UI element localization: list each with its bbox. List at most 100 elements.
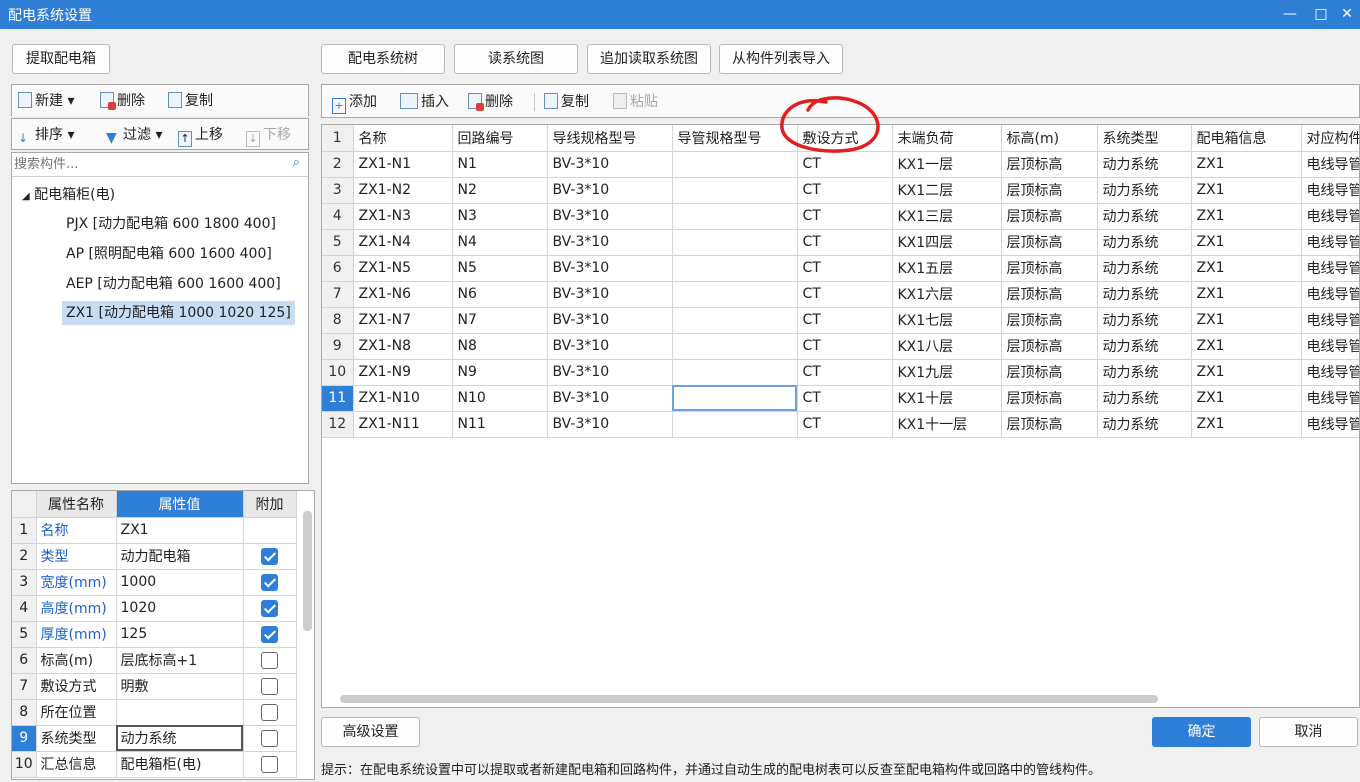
- table-row[interactable]: 6 ZX1-N5 N5 BV-3*10 CT KX1五层 层顶标高 动力系统 ZX1 电线导管: [322, 255, 1359, 282]
- tree-root[interactable]: ◢ 配电箱柜(电): [22, 183, 115, 207]
- grid-cell[interactable]: 电线导管: [1301, 229, 1359, 256]
- add-checkbox[interactable]: [261, 677, 278, 695]
- import-from-list-button[interactable]: 从构件列表导入: [719, 44, 843, 74]
- grid-cell[interactable]: ZX1-N2: [353, 177, 453, 204]
- property-row[interactable]: 10 汇总信息 配电箱柜(电): [12, 751, 297, 778]
- grid-cell[interactable]: 动力系统: [1097, 411, 1192, 438]
- grid-cell[interactable]: KX1十层: [892, 385, 1002, 412]
- grid-header-col-1[interactable]: 回路编号: [452, 125, 548, 152]
- property-value[interactable]: 明敷: [116, 673, 244, 700]
- grid-cell[interactable]: ZX1: [1191, 229, 1302, 256]
- grid-cell[interactable]: BV-3*10: [547, 255, 673, 282]
- property-value[interactable]: 层底标高+1: [116, 647, 244, 674]
- grid-cell[interactable]: ZX1: [1191, 411, 1302, 438]
- grid-header-col-7[interactable]: 系统类型: [1097, 125, 1192, 152]
- grid-cell[interactable]: 动力系统: [1097, 203, 1192, 230]
- grid-cell[interactable]: 电线导管: [1301, 255, 1359, 282]
- grid-header-col-5[interactable]: 末端负荷: [892, 125, 1002, 152]
- grid-cell[interactable]: KX1十一层: [892, 411, 1002, 438]
- property-row[interactable]: 3 宽度(mm) 1000: [12, 569, 297, 596]
- row-number[interactable]: 5: [322, 229, 354, 256]
- property-row[interactable]: 1 名称 ZX1: [12, 517, 297, 544]
- grid-cell[interactable]: 动力系统: [1097, 385, 1192, 412]
- grid-cell[interactable]: ZX1: [1191, 177, 1302, 204]
- grid-cell[interactable]: ZX1-N3: [353, 203, 453, 230]
- ok-button[interactable]: 确定: [1152, 717, 1251, 747]
- grid-cell[interactable]: ZX1-N8: [353, 333, 453, 360]
- add-checkbox[interactable]: [261, 703, 278, 721]
- grid-cell[interactable]: 动力系统: [1097, 359, 1192, 386]
- grid-cell[interactable]: 电线导管: [1301, 281, 1359, 308]
- grid-cell[interactable]: [672, 229, 798, 256]
- sort-button[interactable]: ↓ 排序 ▾: [18, 125, 74, 146]
- grid-cell[interactable]: 层顶标高: [1001, 359, 1098, 386]
- grid-cell[interactable]: KX1四层: [892, 229, 1002, 256]
- grid-cell[interactable]: ZX1: [1191, 359, 1302, 386]
- grid-header-col-8[interactable]: 配电箱信息: [1191, 125, 1302, 152]
- grid-cell[interactable]: 动力系统: [1097, 307, 1192, 334]
- grid-cell[interactable]: 动力系统: [1097, 177, 1192, 204]
- grid-cell[interactable]: BV-3*10: [547, 359, 673, 386]
- add-checkbox[interactable]: [261, 547, 278, 565]
- advanced-settings-button[interactable]: 高级设置: [321, 717, 420, 747]
- grid-cell[interactable]: 层顶标高: [1001, 255, 1098, 282]
- row-number[interactable]: 9: [322, 333, 354, 360]
- grid-cell[interactable]: 电线导管: [1301, 307, 1359, 334]
- grid-cell[interactable]: ZX1-N11: [353, 411, 453, 438]
- table-row[interactable]: 12 ZX1-N11 N11 BV-3*10 CT KX1十一层 层顶标高 动力系统 ZX1 电线…: [322, 411, 1359, 438]
- grid-cell[interactable]: CT: [797, 333, 893, 360]
- grid-cell[interactable]: 层顶标高: [1001, 177, 1098, 204]
- grid-cell[interactable]: CT: [797, 411, 893, 438]
- grid-cell[interactable]: [672, 281, 798, 308]
- grid-header-col-6[interactable]: 标高(m): [1001, 125, 1098, 152]
- table-row[interactable]: 9 ZX1-N8 N8 BV-3*10 CT KX1八层 层顶标高 动力系统 ZX1 电线导管: [322, 333, 1359, 360]
- table-row[interactable]: 11 ZX1-N10 N10 BV-3*10 CT KX1十层 层顶标高 动力系统 ZX1 电线导…: [322, 385, 1359, 412]
- grid-cell[interactable]: KX1六层: [892, 281, 1002, 308]
- grid-cell[interactable]: ZX1-N4: [353, 229, 453, 256]
- grid-cell[interactable]: ZX1-N10: [353, 385, 453, 412]
- copy-button[interactable]: 复制: [168, 91, 213, 111]
- grid-cell[interactable]: ZX1: [1191, 307, 1302, 334]
- grid-cell[interactable]: 动力系统: [1097, 281, 1192, 308]
- grid-cell[interactable]: N2: [452, 177, 548, 204]
- tree-item-zx1[interactable]: ZX1 [动力配电箱 1000 1020 125]: [62, 301, 295, 325]
- new-button[interactable]: 新建 ▾: [18, 91, 74, 111]
- grid-cell[interactable]: 动力系统: [1097, 151, 1192, 178]
- grid-cell[interactable]: CT: [797, 229, 893, 256]
- grid-cell[interactable]: CT: [797, 281, 893, 308]
- table-row[interactable]: 10 ZX1-N9 N9 BV-3*10 CT KX1九层 层顶标高 动力系统 ZX1 电线导管: [322, 359, 1359, 386]
- search-icon[interactable]: ⌕: [293, 155, 300, 170]
- grid-cell[interactable]: [672, 385, 798, 412]
- row-number[interactable]: 11: [322, 385, 354, 412]
- grid-cell[interactable]: N3: [452, 203, 548, 230]
- grid-header-col-0[interactable]: 名称: [353, 125, 453, 152]
- grid-cell[interactable]: KX1八层: [892, 333, 1002, 360]
- row-number[interactable]: 6: [322, 255, 354, 282]
- row-number[interactable]: 10: [322, 359, 354, 386]
- grid-cell[interactable]: 层顶标高: [1001, 229, 1098, 256]
- grid-cell[interactable]: [672, 333, 798, 360]
- grid-cell[interactable]: 动力系统: [1097, 333, 1192, 360]
- property-row[interactable]: 2 类型 动力配电箱: [12, 543, 297, 570]
- grid-cell[interactable]: 层顶标高: [1001, 411, 1098, 438]
- grid-cell[interactable]: BV-3*10: [547, 307, 673, 334]
- table-row[interactable]: 7 ZX1-N6 N6 BV-3*10 CT KX1六层 层顶标高 动力系统 ZX1 电线导管: [322, 281, 1359, 308]
- property-value[interactable]: 配电箱柜(电): [116, 751, 244, 778]
- grid-cell[interactable]: [672, 203, 798, 230]
- add-checkbox[interactable]: [261, 599, 278, 617]
- tree-item-aep[interactable]: AEP [动力配电箱 600 1600 400]: [66, 272, 281, 296]
- search-input[interactable]: [14, 155, 279, 174]
- grid-cell[interactable]: BV-3*10: [547, 203, 673, 230]
- extract-box-button[interactable]: 提取配电箱: [12, 44, 110, 74]
- maximize-button[interactable]: □: [1310, 4, 1332, 24]
- grid-cell[interactable]: 层顶标高: [1001, 307, 1098, 334]
- table-row[interactable]: 8 ZX1-N7 N7 BV-3*10 CT KX1七层 层顶标高 动力系统 ZX1 电线导管: [322, 307, 1359, 334]
- move-up-button[interactable]: ↑ 上移: [178, 125, 223, 147]
- system-tree-button[interactable]: 配电系统树: [321, 44, 445, 74]
- grid-cell[interactable]: N10: [452, 385, 548, 412]
- grid-cell[interactable]: N4: [452, 229, 548, 256]
- add-checkbox[interactable]: [261, 625, 278, 643]
- grid-cell[interactable]: N7: [452, 307, 548, 334]
- property-value[interactable]: [116, 699, 244, 726]
- grid-cell[interactable]: [672, 411, 798, 438]
